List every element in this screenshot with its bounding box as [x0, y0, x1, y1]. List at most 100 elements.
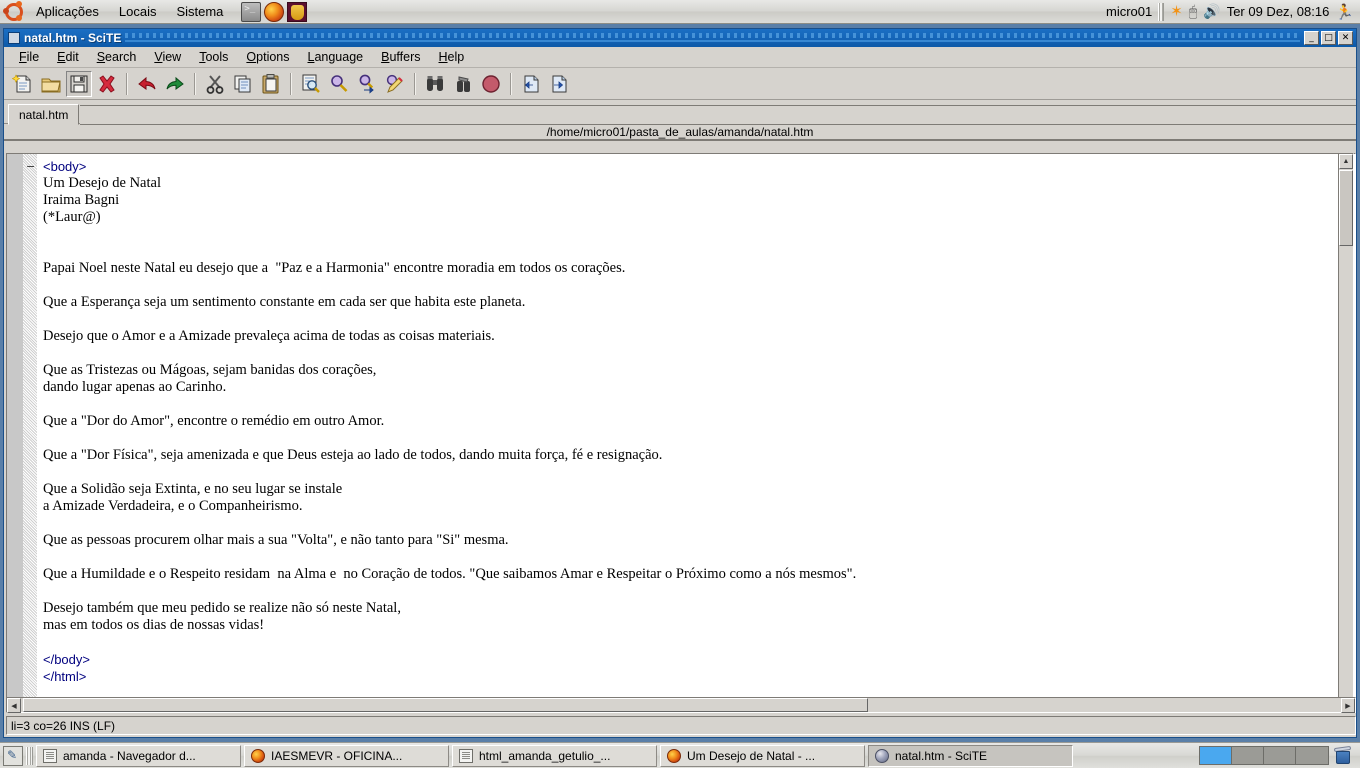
task-button[interactable]: Um Desejo de Natal - ...	[660, 744, 865, 767]
editor-text[interactable]: <body> Um Desejo de Natal Iraima Bagni (*La…	[37, 154, 1355, 712]
scroll-right-arrow[interactable]: ▶	[1341, 698, 1355, 713]
tab-natal-htm[interactable]: natal.htm	[8, 104, 80, 125]
file-path-bar: /home/micro01/pasta_de_aulas/amanda/nata…	[4, 124, 1356, 141]
gnome-top-panel: Aplicações Locais Sistema micro01 ✶ 🖱 🔊 …	[0, 0, 1360, 24]
toolbar-separator	[414, 72, 416, 95]
paste-icon[interactable]	[258, 71, 284, 97]
alert-icon[interactable]: ✶	[1170, 4, 1183, 19]
firefox-icon[interactable]	[264, 1, 285, 22]
replace-icon[interactable]	[382, 71, 408, 97]
task-button[interactable]: IAESMEVR - OFICINA...	[244, 744, 449, 767]
panel-menu-locais[interactable]: Locais	[110, 1, 166, 23]
workspace-2[interactable]	[1232, 747, 1264, 764]
editor-line: mas em todos os dias de nossas vidas!	[43, 617, 265, 633]
window-controls: _ □ ✕	[1304, 31, 1353, 45]
trash-icon[interactable]	[1333, 745, 1353, 765]
runner-icon[interactable]: 🏃	[1335, 3, 1354, 21]
menu-file[interactable]: File	[10, 48, 48, 66]
close-file-icon[interactable]	[94, 71, 120, 97]
next-bookmark-icon[interactable]	[546, 71, 572, 97]
task-label: IAESMEVR - OFICINA...	[271, 748, 403, 763]
menu-buffers[interactable]: Buffers	[372, 48, 429, 66]
toolbar-separator	[194, 72, 196, 95]
task-button-active[interactable]: natal.htm - SciTE	[868, 744, 1073, 767]
workspace-1[interactable]	[1200, 747, 1232, 764]
task-button[interactable]: amanda - Navegador d...	[36, 744, 241, 767]
volume-icon[interactable]: 🔊	[1203, 3, 1220, 20]
vertical-scroll-thumb[interactable]	[1339, 170, 1353, 246]
find-in-files-icon[interactable]	[354, 71, 380, 97]
editor-area[interactable]: − <body> Um Desejo de Natal Iraima Bagni (*…	[6, 153, 1356, 713]
editor-line: Que a Esperança seja um sentimento const…	[43, 294, 526, 310]
search-binoculars-icon[interactable]	[422, 71, 448, 97]
panel-menu-aplicacoes[interactable]: Aplicações	[27, 1, 108, 23]
gnome-bottom-panel: amanda - Navegador d... IAESMEVR - OFICI…	[0, 742, 1360, 768]
panel-menu-sistema[interactable]: Sistema	[167, 1, 232, 23]
terminal-icon[interactable]	[241, 1, 262, 22]
new-file-icon[interactable]	[10, 71, 36, 97]
taskbar-grip	[26, 746, 33, 765]
close-button[interactable]: ✕	[1338, 31, 1353, 45]
menu-tools[interactable]: Tools	[190, 48, 237, 66]
editor-line: </body>	[43, 652, 90, 667]
undo-icon[interactable]	[134, 71, 160, 97]
scite-icon	[875, 748, 889, 763]
task-button[interactable]: html_amanda_getulio_...	[452, 744, 657, 767]
menu-search[interactable]: Search	[88, 48, 146, 66]
editor-line: </html>	[43, 669, 87, 684]
editor-line: Desejo também que meu pedido se realize …	[43, 600, 401, 616]
tabbar-empty-area	[80, 105, 1356, 125]
editor-line: a Amizade Verdadeira, e o Companheirismo…	[43, 498, 303, 514]
save-file-icon[interactable]	[66, 70, 92, 97]
document-icon	[43, 748, 57, 763]
open-file-icon[interactable]	[38, 71, 64, 97]
menu-help[interactable]: Help	[430, 48, 474, 66]
menu-options[interactable]: Options	[237, 48, 298, 66]
workspace-switcher[interactable]	[1199, 746, 1329, 765]
find-next-icon[interactable]	[326, 71, 352, 97]
find-icon[interactable]	[298, 71, 324, 97]
show-desktop-icon[interactable]	[3, 745, 23, 766]
window-titlebar[interactable]: natal.htm - SciTE _ □ ✕	[4, 29, 1356, 47]
fold-marker[interactable]: −	[26, 161, 35, 172]
redo-icon[interactable]	[162, 71, 188, 97]
menu-edit[interactable]: Edit	[48, 48, 88, 66]
scroll-up-arrow[interactable]: ▲	[1339, 154, 1353, 169]
task-label: html_amanda_getulio_...	[479, 748, 611, 763]
cut-icon[interactable]	[202, 71, 228, 97]
panel-clock[interactable]: Ter 09 Dez, 08:16	[1227, 4, 1330, 19]
firefox-icon	[667, 748, 681, 763]
editor-horizontal-scrollbar[interactable]: ◀ ▶	[6, 697, 1356, 713]
toolbar-separator	[510, 72, 512, 95]
editor-line: Iraima Bagni	[43, 192, 120, 208]
horizontal-scroll-thumb[interactable]	[23, 698, 868, 712]
maximize-button[interactable]: □	[1321, 31, 1336, 45]
menubar: File Edit Search View Tools Options Lang…	[4, 47, 1356, 68]
scroll-left-arrow[interactable]: ◀	[7, 698, 21, 713]
previous-bookmark-icon[interactable]	[518, 71, 544, 97]
document-icon	[459, 748, 473, 763]
menu-view[interactable]: View	[145, 48, 190, 66]
editor-line: dando lugar apenas ao Carinho.	[43, 379, 227, 395]
copy-icon[interactable]	[230, 71, 256, 97]
ubuntu-logo-icon	[3, 0, 24, 22]
build-icon[interactable]	[450, 71, 476, 97]
editor-vertical-scrollbar[interactable]: ▲ ▼	[1338, 153, 1354, 713]
task-label: natal.htm - SciTE	[895, 748, 988, 763]
workspace-4[interactable]	[1296, 747, 1328, 764]
taskbar-tray	[1199, 745, 1357, 765]
workspace-3[interactable]	[1264, 747, 1296, 764]
gold-app-icon[interactable]	[287, 1, 308, 22]
minimize-button[interactable]: _	[1304, 31, 1319, 45]
menu-language[interactable]: Language	[299, 48, 373, 66]
stop-icon[interactable]	[478, 71, 504, 97]
editor-fold-margin[interactable]: −	[23, 154, 37, 712]
mouse-icon[interactable]: 🖱	[1189, 3, 1197, 20]
